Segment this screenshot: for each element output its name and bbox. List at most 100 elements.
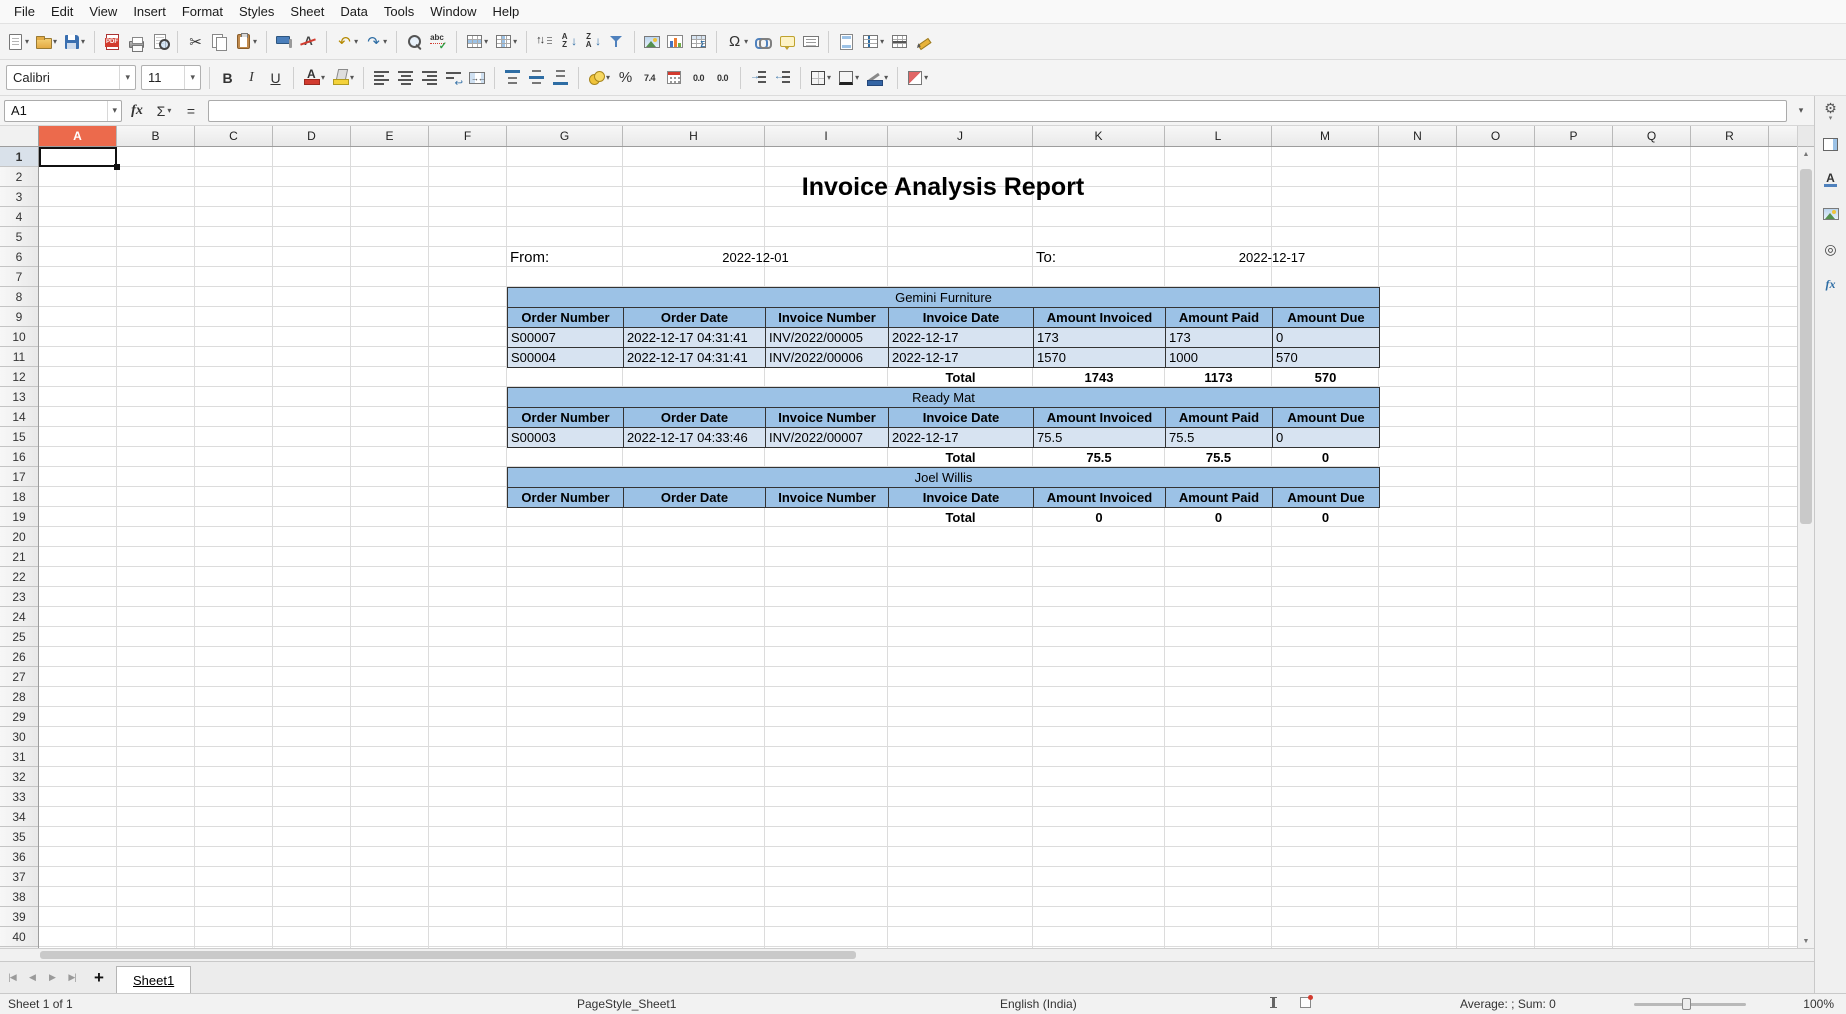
cell-L11[interactable]: 1000 (1165, 347, 1273, 368)
freeze-rows-and-columns-dropdown-icon[interactable]: ▾ (880, 37, 884, 46)
menu-format[interactable]: Format (174, 2, 231, 21)
column-header-B[interactable]: B (117, 126, 195, 146)
cell-G10[interactable]: S00007 (507, 327, 624, 348)
row-button[interactable]: ▾ (463, 27, 491, 57)
last-sheet-icon[interactable]: ▶| (62, 965, 82, 991)
column-header-Q[interactable]: Q (1613, 126, 1691, 146)
zoom-level[interactable]: 100% (1803, 997, 1834, 1011)
page-style[interactable]: PageStyle_Sheet1 (577, 997, 676, 1011)
menu-file[interactable]: File (6, 2, 43, 21)
first-sheet-icon[interactable]: |◀ (2, 965, 22, 991)
delete-decimal-place-button[interactable]: 0.0 (711, 63, 734, 93)
format-as-date-button[interactable] (662, 63, 686, 93)
sort-button[interactable] (533, 27, 556, 57)
column-header-S[interactable]: S (1769, 126, 1797, 146)
scroll-down-icon[interactable]: ▼ (1798, 934, 1814, 948)
row-header-40[interactable]: 40 (0, 927, 38, 947)
row-header-5[interactable]: 5 (0, 227, 38, 247)
wrap-text-button[interactable] (442, 63, 465, 93)
column-header-M[interactable]: M (1272, 126, 1379, 146)
center-vertically-button[interactable] (525, 63, 548, 93)
row-header-33[interactable]: 33 (0, 787, 38, 807)
sidebar-settings-button[interactable]: ⚙ ▾ (1824, 101, 1837, 122)
font-color-dropdown-icon[interactable]: ▾ (321, 73, 325, 82)
merge-cells-button[interactable] (466, 63, 488, 93)
row-header-14[interactable]: 14 (0, 407, 38, 427)
total-amount-paid-gemini-furniture[interactable]: 1173 (1165, 367, 1272, 387)
scrollbar-corner-button[interactable] (1798, 126, 1814, 147)
export-as-pdf-button[interactable] (101, 27, 124, 57)
border-color-button[interactable]: ▾ (863, 63, 891, 93)
spelling-button[interactable] (427, 27, 450, 57)
insert-special-character-button[interactable]: Ω▾ (723, 27, 751, 57)
column-header-R[interactable]: R (1691, 126, 1769, 146)
row-header-15[interactable]: 15 (0, 427, 38, 447)
borders-dropdown-icon[interactable]: ▾ (827, 73, 831, 82)
from-label[interactable]: From: (507, 247, 623, 267)
column-header-P[interactable]: P (1535, 126, 1613, 146)
column-header-C[interactable]: C (195, 126, 273, 146)
column-title-amount-due[interactable]: Amount Due (1272, 307, 1380, 328)
row-header-17[interactable]: 17 (0, 467, 38, 487)
total-amount-paid-ready-mat[interactable]: 75.5 (1165, 447, 1272, 467)
decrease-indent-button[interactable] (771, 63, 794, 93)
row-header-16[interactable]: 16 (0, 447, 38, 467)
column-title-amount-due[interactable]: Amount Due (1272, 487, 1380, 508)
column-title-invoice-date[interactable]: Invoice Date (888, 307, 1034, 328)
select-function-button[interactable]: Σ ▾ (152, 99, 176, 123)
report-title[interactable]: Invoice Analysis Report (507, 167, 1379, 207)
menu-edit[interactable]: Edit (43, 2, 81, 21)
group-header-gemini-furniture[interactable]: Gemini Furniture (507, 287, 1380, 308)
gallery-button[interactable] (1818, 202, 1844, 226)
row-header-27[interactable]: 27 (0, 667, 38, 687)
row-header-11[interactable]: 11 (0, 347, 38, 367)
align-right-button[interactable] (418, 63, 441, 93)
column-dropdown-icon[interactable]: ▾ (513, 37, 517, 46)
total-amount-due-gemini-furniture[interactable]: 570 (1272, 367, 1379, 387)
cell-grid[interactable]: Invoice Analysis ReportFrom:2022-12-01To… (39, 147, 1797, 948)
column-header-I[interactable]: I (765, 126, 888, 146)
row-header-24[interactable]: 24 (0, 607, 38, 627)
to-label[interactable]: To: (1033, 247, 1165, 267)
total-label-gemini-furniture[interactable]: Total (888, 367, 1033, 387)
row-header-1[interactable]: 1 (0, 147, 38, 167)
column-title-amount-paid[interactable]: Amount Paid (1165, 407, 1273, 428)
insert-hyperlink-button[interactable] (752, 27, 775, 57)
column-header-H[interactable]: H (623, 126, 765, 146)
paste-button[interactable]: ▾ (232, 27, 260, 57)
row-header-10[interactable]: 10 (0, 327, 38, 347)
column-title-amount-invoiced[interactable]: Amount Invoiced (1033, 307, 1166, 328)
total-amount-invoiced-joel-willis[interactable]: 0 (1033, 507, 1165, 527)
row-header-34[interactable]: 34 (0, 807, 38, 827)
column-title-amount-due[interactable]: Amount Due (1272, 407, 1380, 428)
cell-J10[interactable]: 2022-12-17 (888, 327, 1034, 348)
add-sheet-button[interactable]: + (86, 965, 112, 991)
expand-formula-bar-button[interactable]: ▾ (1792, 100, 1810, 122)
row-header-23[interactable]: 23 (0, 587, 38, 607)
document-modified-icon[interactable] (1300, 997, 1311, 1011)
show-draw-functions-button[interactable] (912, 27, 935, 57)
group-header-joel-willis[interactable]: Joel Willis (507, 467, 1380, 488)
autofilter-button[interactable] (605, 27, 628, 57)
format-as-currency-button[interactable]: ▾ (585, 63, 613, 93)
select-all-corner[interactable] (0, 126, 39, 147)
column-title-order-number[interactable]: Order Number (507, 407, 624, 428)
group-header-ready-mat[interactable]: Ready Mat (507, 387, 1380, 408)
insert-mode-icon[interactable] (1272, 997, 1275, 1011)
previous-sheet-icon[interactable]: ◀ (22, 965, 42, 991)
row-header-38[interactable]: 38 (0, 887, 38, 907)
column-title-amount-invoiced[interactable]: Amount Invoiced (1033, 487, 1166, 508)
clone-formatting-button[interactable] (273, 27, 296, 57)
cell-M15[interactable]: 0 (1272, 427, 1380, 448)
total-amount-due-ready-mat[interactable]: 0 (1272, 447, 1379, 467)
total-amount-invoiced-ready-mat[interactable]: 75.5 (1033, 447, 1165, 467)
row-header-25[interactable]: 25 (0, 627, 38, 647)
sheet-tab-sheet1[interactable]: Sheet1 (116, 966, 191, 993)
align-left-button[interactable] (370, 63, 393, 93)
navigator-button[interactable]: ◎ (1818, 237, 1844, 261)
row-header-21[interactable]: 21 (0, 547, 38, 567)
cell-I11[interactable]: INV/2022/00006 (765, 347, 889, 368)
column-title-invoice-date[interactable]: Invoice Date (888, 487, 1034, 508)
row-header-37[interactable]: 37 (0, 867, 38, 887)
cell-G11[interactable]: S00004 (507, 347, 624, 368)
